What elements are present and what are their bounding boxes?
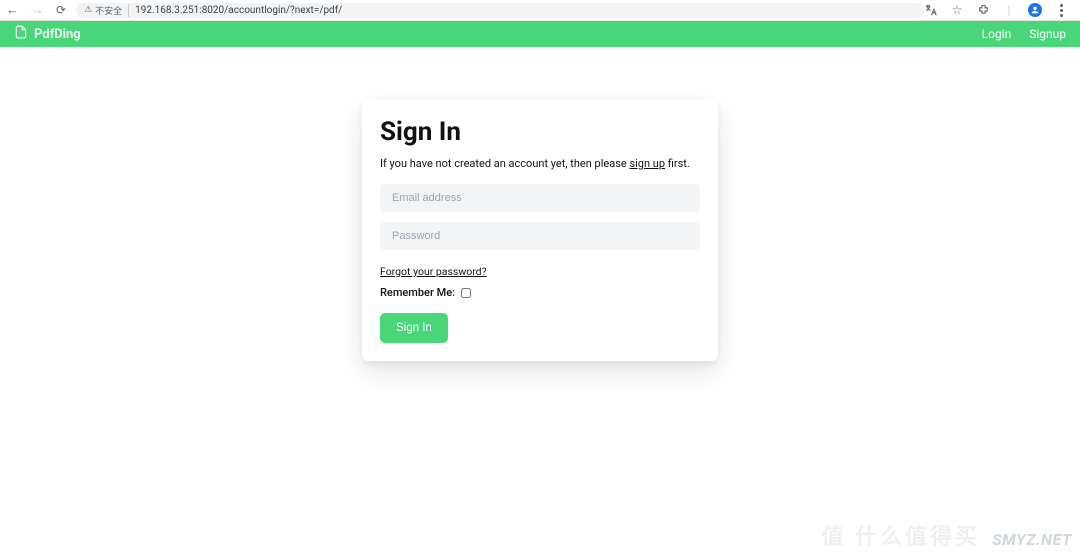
signin-card: Sign In If you have not created an accou… — [362, 99, 718, 361]
address-bar[interactable]: ⚠ 不安全 192.168.3.251:8020/accountlogin/?n… — [76, 3, 924, 18]
document-icon — [14, 25, 28, 43]
page-title: Sign In — [380, 117, 700, 147]
signin-button[interactable]: Sign In — [380, 313, 448, 343]
remember-me-row: Remember Me: — [380, 286, 700, 299]
app-header: PdfDing Login Signup — [0, 21, 1080, 47]
forgot-password-link[interactable]: Forgot your password? — [380, 265, 487, 278]
insecure-label: 不安全 — [95, 4, 122, 17]
remember-me-label: Remember Me: — [380, 286, 455, 299]
login-link[interactable]: Login — [982, 27, 1012, 41]
extensions-icon[interactable] — [976, 3, 990, 17]
browser-chrome: ← → ⟳ ⚠ 不安全 192.168.3.251:8020/accountlo… — [0, 0, 1080, 21]
insecure-badge: ⚠ 不安全 — [84, 4, 129, 17]
watermark-center: 值 什么值得买 — [822, 519, 980, 551]
subtext-prefix: If you have not created an account yet, … — [380, 157, 629, 170]
signin-subtext: If you have not created an account yet, … — [380, 157, 700, 170]
warning-icon: ⚠ — [84, 5, 92, 15]
browser-right-icons: ☆ | — [924, 3, 1074, 17]
subtext-suffix: first. — [665, 157, 690, 170]
translate-icon[interactable] — [924, 3, 938, 17]
url-text: 192.168.3.251:8020/accountlogin/?next=/p… — [135, 5, 342, 16]
password-field[interactable] — [380, 222, 700, 250]
email-field[interactable] — [380, 184, 700, 212]
back-button[interactable]: ← — [6, 2, 19, 18]
profile-avatar-icon[interactable] — [1028, 3, 1042, 17]
signup-link[interactable]: Signup — [1029, 27, 1066, 41]
reload-button[interactable]: ⟳ — [56, 3, 66, 17]
browser-nav-controls: ← → ⟳ — [6, 2, 66, 18]
bookmark-icon[interactable]: ☆ — [950, 3, 964, 17]
brand-name: PdfDing — [34, 27, 81, 42]
watermark-right: SMYZ.NET — [992, 530, 1072, 549]
remember-me-checkbox[interactable] — [461, 288, 471, 298]
browser-menu-icon[interactable] — [1054, 3, 1068, 17]
signup-inline-link[interactable]: sign up — [629, 157, 665, 170]
page-content: Sign In If you have not created an accou… — [0, 47, 1080, 361]
header-right-nav: Login Signup — [982, 27, 1066, 41]
brand[interactable]: PdfDing — [14, 25, 81, 43]
forward-button[interactable]: → — [31, 2, 44, 18]
divider: | — [1002, 3, 1016, 17]
